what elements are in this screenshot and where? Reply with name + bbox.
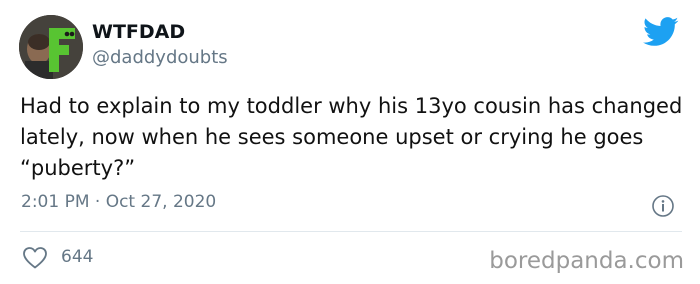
tweet-text: Had to explain to my toddler why his 13y… [20,94,683,180]
display-name[interactable]: WTFDAD [92,21,185,43]
twitter-bird-icon[interactable] [643,17,679,47]
divider [20,231,682,232]
heart-icon[interactable] [22,246,48,270]
info-icon[interactable] [651,194,675,218]
tweet-timestamp[interactable]: 2:01 PM · Oct 27, 2020 [21,191,216,213]
avatar[interactable] [19,15,83,79]
user-handle[interactable]: @daddydoubts [92,47,228,69]
like-count[interactable]: 644 [61,246,93,268]
avatar-image [19,15,83,79]
watermark: boredpanda.com [489,248,684,274]
